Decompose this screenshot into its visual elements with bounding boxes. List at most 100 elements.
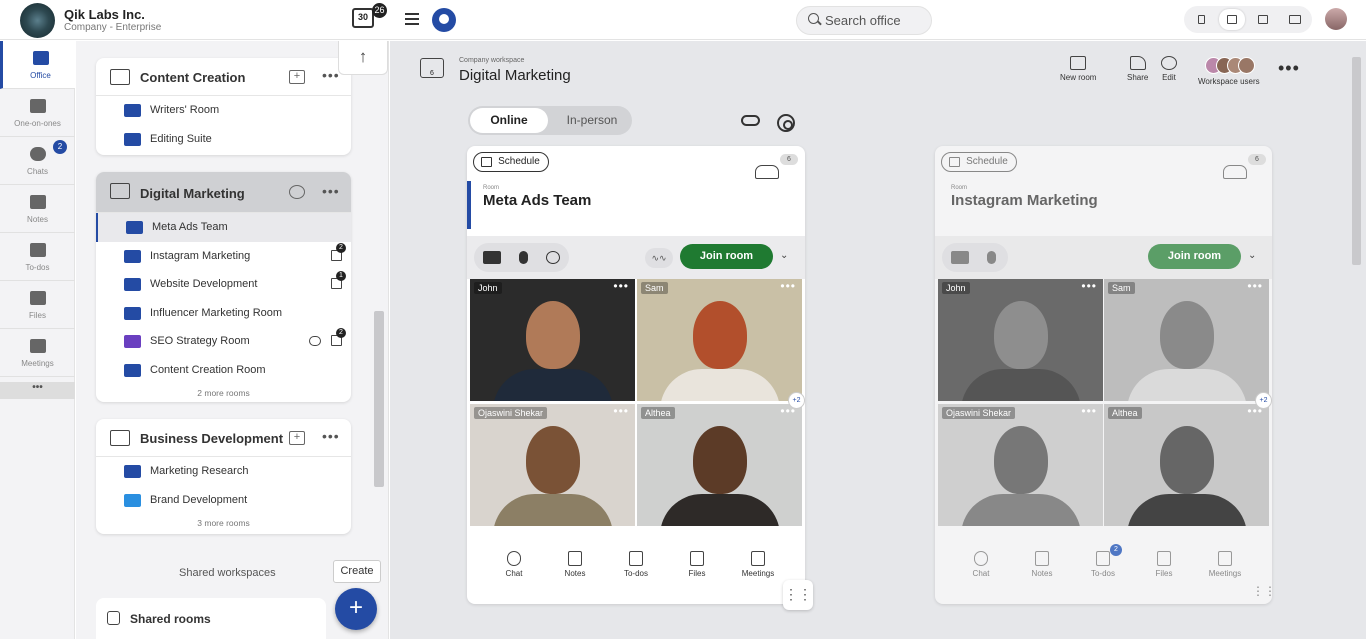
- todo-icon[interactable]: 2: [331, 242, 346, 261]
- share-button[interactable]: Share: [1127, 56, 1148, 82]
- todo-icon[interactable]: 2: [331, 328, 346, 346]
- app-logo[interactable]: [432, 8, 456, 32]
- schedule-button[interactable]: Schedule: [473, 152, 549, 172]
- todos-button[interactable]: To-dos: [611, 547, 661, 578]
- room-item[interactable]: Instagram Marketing 2: [96, 242, 351, 271]
- participants-icon[interactable]: [755, 165, 779, 179]
- room-item[interactable]: SEO Strategy Room 2: [96, 327, 351, 356]
- rail-item-todos[interactable]: To-dos: [0, 233, 75, 281]
- video-tile[interactable]: John •••: [470, 279, 635, 401]
- more-icon[interactable]: •••: [1081, 404, 1097, 418]
- room-item[interactable]: Website Development 1: [96, 270, 351, 299]
- gear-icon[interactable]: [777, 114, 795, 132]
- user-avatar[interactable]: [1325, 8, 1347, 30]
- footer-label: Notes: [564, 569, 586, 578]
- video-tile[interactable]: Althea •••: [1104, 404, 1269, 526]
- files-button[interactable]: Files: [1139, 547, 1189, 578]
- scroll-up-button[interactable]: ↑: [338, 41, 388, 75]
- files-button[interactable]: Files: [672, 547, 722, 578]
- settings-icon[interactable]: [546, 251, 560, 264]
- video-tile[interactable]: Althea •••: [637, 404, 802, 526]
- add-room-icon[interactable]: +: [289, 431, 305, 445]
- more-rooms-link[interactable]: 3 more rooms: [96, 514, 351, 534]
- new-room-button[interactable]: New room: [1060, 56, 1096, 82]
- workspace-header[interactable]: Content Creation + •••: [96, 58, 351, 96]
- room-item[interactable]: Influencer Marketing Room: [96, 299, 351, 328]
- more-icon[interactable]: •••: [322, 183, 340, 199]
- chevron-down-icon[interactable]: ⌄: [780, 250, 788, 261]
- apps-grid-icon[interactable]: ⋮⋮: [783, 580, 813, 610]
- full-view-icon[interactable]: [1281, 9, 1307, 30]
- in-person-tab[interactable]: In-person: [552, 108, 632, 133]
- video-tile[interactable]: Ojaswini Shekar •••: [938, 404, 1103, 526]
- chat-button[interactable]: Chat: [489, 547, 539, 578]
- more-icon[interactable]: •••: [613, 404, 629, 418]
- create-button[interactable]: Create: [333, 560, 381, 583]
- rail-label: Meetings: [21, 359, 54, 368]
- room-item[interactable]: Brand Development: [96, 486, 351, 515]
- meetings-button[interactable]: Meetings: [733, 547, 783, 578]
- edit-button[interactable]: Edit: [1161, 56, 1177, 82]
- rail-item-one-on-ones[interactable]: One-on-ones: [0, 89, 75, 137]
- microphone-icon[interactable]: [987, 251, 996, 264]
- video-tile[interactable]: John •••: [938, 279, 1103, 401]
- workspace-header[interactable]: Business Development + •••: [96, 419, 351, 457]
- notes-button[interactable]: Notes: [1017, 547, 1067, 578]
- apps-grid-icon[interactable]: ⋮⋮: [1252, 584, 1276, 598]
- split-view-icon[interactable]: [1250, 9, 1276, 30]
- camera-icon[interactable]: [951, 251, 969, 264]
- rail-item-files[interactable]: Files: [0, 281, 75, 329]
- camera-icon[interactable]: [483, 251, 501, 264]
- notes-button[interactable]: Notes: [550, 547, 600, 578]
- chat-button[interactable]: Chat: [956, 547, 1006, 578]
- meetings-button[interactable]: Meetings: [1200, 547, 1250, 578]
- room-item[interactable]: Writers' Room: [96, 96, 351, 125]
- grid-view-icon[interactable]: [1219, 9, 1245, 30]
- link-icon[interactable]: [741, 115, 760, 126]
- company-logo[interactable]: [20, 3, 55, 38]
- room-item[interactable]: Marketing Research: [96, 457, 351, 486]
- participants-icon[interactable]: [1223, 165, 1247, 179]
- online-tab[interactable]: Online: [470, 108, 548, 133]
- workspace-header[interactable]: Digital Marketing •••: [96, 172, 351, 213]
- more-participants-badge[interactable]: +2: [1255, 392, 1272, 409]
- join-room-button[interactable]: Join room: [680, 244, 773, 269]
- room-item[interactable]: Content Creation Room: [96, 356, 351, 385]
- workspace-users-avatars[interactable]: [1205, 57, 1261, 75]
- more-icon[interactable]: •••: [1278, 58, 1300, 79]
- main-scrollbar[interactable]: [1352, 57, 1361, 265]
- audio-wave-icon[interactable]: ∿∿: [645, 248, 673, 268]
- more-icon[interactable]: •••: [613, 279, 629, 293]
- more-participants-badge[interactable]: +2: [788, 392, 805, 409]
- workspace-icon: [110, 430, 130, 446]
- file-icon: [1157, 551, 1171, 566]
- add-room-icon[interactable]: +: [289, 70, 305, 84]
- join-room-button[interactable]: Join room: [1148, 244, 1241, 269]
- rail-item-notes[interactable]: Notes: [0, 185, 75, 233]
- video-tile[interactable]: Sam •••: [1104, 279, 1269, 401]
- more-icon[interactable]: •••: [1081, 279, 1097, 293]
- more-icon[interactable]: •••: [322, 428, 340, 444]
- calendar-icon[interactable]: 30: [352, 8, 374, 28]
- rail-item-office[interactable]: Office: [0, 41, 75, 89]
- chevron-down-icon[interactable]: ⌄: [1248, 250, 1256, 261]
- more-icon[interactable]: •••: [1247, 279, 1263, 293]
- rail-item-meetings[interactable]: Meetings: [0, 329, 75, 377]
- microphone-icon[interactable]: [519, 251, 528, 264]
- sidebar-scrollbar[interactable]: [374, 311, 384, 487]
- mobile-view-icon[interactable]: [1188, 9, 1214, 30]
- schedule-button[interactable]: Schedule: [941, 152, 1017, 172]
- rail-more-button[interactable]: •••: [0, 382, 75, 399]
- more-rooms-link[interactable]: 2 more rooms: [96, 384, 351, 404]
- video-tile[interactable]: Ojaswini Shekar •••: [470, 404, 635, 526]
- video-tile[interactable]: Sam •••: [637, 279, 802, 401]
- workspace-sidebar: Content Creation + ••• Writers' Room Edi…: [76, 41, 389, 639]
- room-item[interactable]: Meta Ads Team: [96, 213, 351, 242]
- todo-icon[interactable]: 1: [331, 271, 346, 289]
- menu-icon[interactable]: [405, 13, 419, 25]
- add-fab-button[interactable]: +: [335, 588, 377, 630]
- more-icon[interactable]: •••: [780, 279, 796, 293]
- chat-icon[interactable]: [309, 336, 321, 346]
- clock-icon[interactable]: [289, 185, 305, 199]
- room-item[interactable]: Editing Suite: [96, 125, 351, 154]
